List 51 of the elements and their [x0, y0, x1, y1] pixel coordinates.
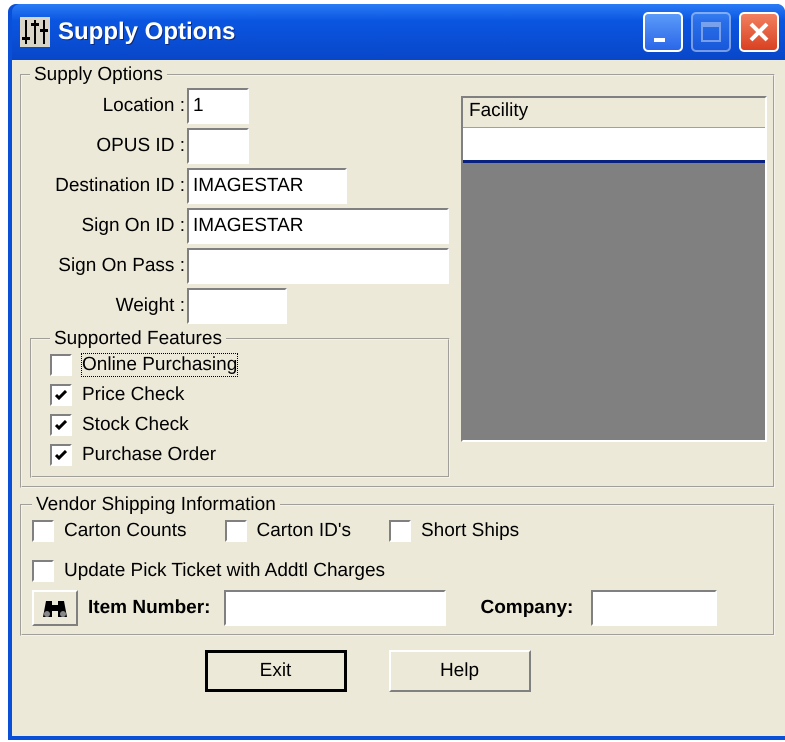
minimize-button[interactable] — [643, 12, 683, 52]
checkbox-label[interactable]: Carton Counts — [64, 520, 187, 542]
field-label: OPUS ID : — [95, 135, 186, 157]
input-field[interactable]: 1 — [187, 88, 249, 124]
list-row[interactable] — [463, 128, 765, 163]
input-field[interactable] — [224, 590, 446, 626]
checkbox-label[interactable]: Online Purchasing — [82, 354, 238, 376]
check-icon — [55, 450, 67, 460]
field-label: Item Number: — [88, 597, 210, 619]
checkbox[interactable] — [32, 520, 54, 542]
field-label: Sign On ID : — [80, 215, 186, 237]
checkbox[interactable] — [50, 354, 72, 376]
facility-list[interactable]: Facility — [461, 96, 767, 442]
field-label: Sign On Pass : — [57, 255, 186, 277]
checkbox-label[interactable]: Short Ships — [420, 520, 520, 542]
checkbox[interactable] — [50, 384, 72, 406]
checkbox[interactable] — [50, 444, 72, 466]
field-label: Company: — [480, 597, 574, 619]
check-icon — [55, 420, 67, 430]
column-header[interactable]: Facility — [463, 98, 765, 128]
checkbox-label[interactable]: Price Check — [82, 384, 184, 406]
checkbox-label[interactable]: Update Pick Ticket with Addtl Charges — [64, 560, 386, 582]
input-field[interactable] — [187, 248, 449, 284]
window-title: Supply Options — [58, 18, 236, 46]
input-field[interactable] — [187, 128, 249, 164]
field-label: Destination ID : — [54, 175, 186, 197]
input-field[interactable] — [187, 288, 287, 324]
close-icon — [748, 21, 770, 43]
dialog-button[interactable]: Help — [388, 650, 530, 692]
input-field[interactable]: IMAGESTAR — [187, 208, 449, 244]
minimize-icon — [654, 38, 664, 42]
checkbox[interactable] — [32, 560, 54, 582]
search-button[interactable] — [32, 590, 78, 626]
maximize-icon — [700, 21, 722, 43]
group-label: Supply Options — [33, 64, 164, 86]
checkbox-label[interactable]: Purchase Order — [82, 444, 216, 466]
field-label: Location : — [102, 95, 186, 117]
checkbox[interactable] — [224, 520, 247, 542]
checkbox-label[interactable]: Stock Check — [82, 414, 189, 436]
dialog-button[interactable]: Exit — [204, 650, 346, 692]
sliders-icon — [20, 17, 50, 47]
check-icon — [55, 390, 67, 400]
close-button[interactable] — [739, 12, 779, 52]
group-label: Vendor Shipping Information — [35, 494, 277, 516]
group-label: Supported Features — [53, 328, 223, 350]
field-label: Weight : — [114, 295, 186, 317]
input-field[interactable] — [591, 590, 718, 626]
checkbox[interactable] — [388, 520, 411, 542]
input-field[interactable]: IMAGESTAR — [187, 168, 347, 204]
checkbox-label[interactable]: Carton ID's — [256, 520, 351, 542]
checkbox[interactable] — [50, 414, 72, 436]
